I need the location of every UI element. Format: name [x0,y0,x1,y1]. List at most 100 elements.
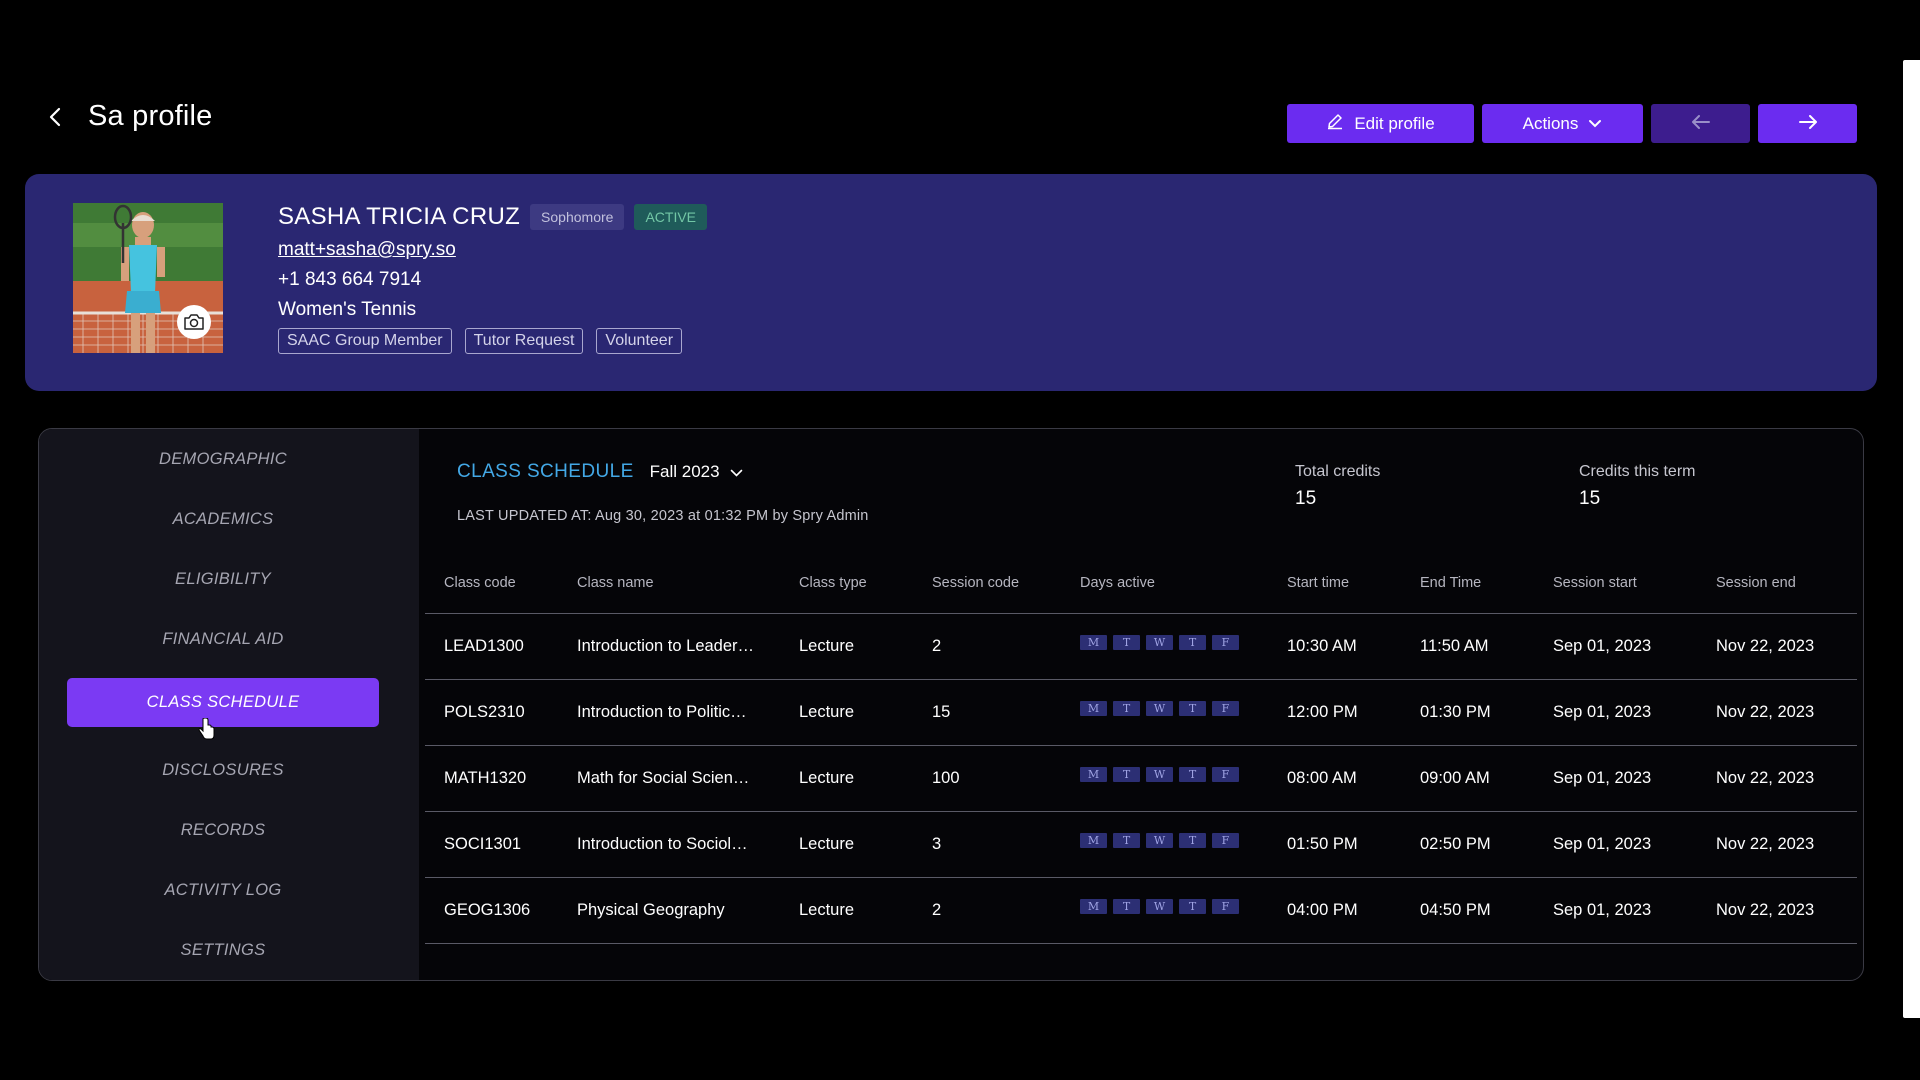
day-chip: M [1080,833,1107,848]
sidebar-item-demographic[interactable]: DEMOGRAPHIC [67,435,379,484]
class-name-text: Introduction to Sociology [577,835,755,854]
actions-dropdown-button[interactable]: Actions [1482,104,1643,143]
start-time-cell: 10:30 AM [1287,637,1357,655]
days-active-cell: MTWTF [1061,635,1268,650]
day-chip: W [1146,833,1173,848]
class-type-cell: Lecture [799,637,855,655]
total-credits: Total credits 15 [1295,463,1380,510]
sidebar: DEMOGRAPHIC ACADEMICS ELIGIBILITY FINANC… [39,429,419,980]
email-link[interactable]: matt+sasha@spry.so [278,239,707,261]
chevron-left-icon[interactable] [44,106,66,128]
day-chips: MTWTF [1080,635,1268,650]
column-header[interactable]: Class code [425,575,558,591]
schedule-header: CLASS SCHEDULE Fall 2023 [457,461,743,483]
year-badge: Sophomore [530,204,625,230]
edit-profile-button[interactable]: Edit profile [1287,104,1474,143]
day-chip: T [1113,701,1140,716]
day-chips: MTWTF [1080,833,1268,848]
table-row[interactable]: MATH1320 Math for Social Sciences Lecture 1… [425,746,1857,812]
class-name-cell: Introduction to Political Science [558,703,780,722]
column-header[interactable]: Start time [1268,575,1401,591]
sidebar-item-records[interactable]: RECORDS [67,806,379,855]
day-chip: W [1146,899,1173,914]
column-header[interactable]: End Time [1401,575,1534,591]
day-chip: W [1146,767,1173,782]
column-header[interactable]: Days active [1061,575,1268,591]
day-chips: MTWTF [1080,767,1268,782]
table-row[interactable]: GEOG1306 Physical Geography Lecture 2 M T W T F 0… [425,878,1857,944]
class-code-cell: GEOG1306 [444,901,531,919]
start-time-cell: 08:00 AM [1287,769,1357,787]
class-name-cell: Introduction to Sociology [558,835,780,854]
column-header[interactable]: Class name [558,575,780,591]
end-time-cell: 11:50 AM [1420,637,1489,655]
session-code-cell: 2 [932,901,942,919]
days-active-cell: MTWTF [1061,833,1268,848]
camera-icon[interactable] [177,305,211,339]
chevron-down-icon [730,462,743,482]
session-start-cell: Sep 01, 2023 [1553,703,1652,721]
tag-tutor-request: Tutor Request [464,328,584,354]
day-chip: T [1179,701,1206,716]
day-chip: F [1212,767,1239,782]
student-name: SASHA TRICIA CRUZ [278,203,521,230]
table-row[interactable]: LEAD1300 Introduction to Leadership Lectur… [425,614,1857,680]
day-chip: T [1179,635,1206,650]
class-type-cell: Lecture [799,901,855,919]
class-schedule-table: Class code Class name Class type Session… [425,553,1857,944]
chevron-down-icon [1588,114,1602,134]
class-code-cell: LEAD1300 [444,637,524,655]
class-name-text: Introduction to Leadership [577,637,755,656]
sidebar-item-academics[interactable]: ACADEMICS [67,495,379,544]
end-time-cell: 04:50 PM [1420,901,1491,919]
table-body: LEAD1300 Introduction to Leadership Lectur… [425,614,1857,944]
day-chips: MTWTF [1080,701,1268,716]
previous-profile-button[interactable] [1651,104,1750,143]
sidebar-item-financial-aid[interactable]: FINANCIAL AID [67,615,379,664]
day-chip: F [1212,833,1239,848]
main-panel: DEMOGRAPHIC ACADEMICS ELIGIBILITY FINANC… [38,428,1864,981]
sidebar-item-disclosures[interactable]: DISCLOSURES [67,746,379,795]
tag-list: SAAC Group Member Tutor Request Voluntee… [278,328,707,354]
table-row[interactable]: POLS2310 Introduction to Political Scienc… [425,680,1857,746]
day-chips: MTWTF [1080,899,1268,914]
sidebar-item-eligibility[interactable]: ELIGIBILITY [67,555,379,604]
class-name-cell: Math for Social Sciences [558,769,780,788]
total-credits-value: 15 [1295,488,1317,509]
end-time-cell: 02:50 PM [1420,835,1491,853]
session-code-cell: 100 [932,769,960,787]
column-header[interactable]: Session end [1697,575,1857,591]
session-end-cell: Nov 22, 2023 [1716,769,1815,787]
day-chip: T [1113,899,1140,914]
class-name-cell: Introduction to Leadership [558,637,780,656]
class-type-cell: Lecture [799,835,855,853]
term-credits-label: Credits this term [1579,463,1696,480]
days-active-cell: MTWTF [1061,701,1268,716]
scrollbar[interactable] [1903,60,1920,1018]
page-title: Sa profile [88,100,213,132]
session-start-cell: Sep 01, 2023 [1553,637,1652,655]
sidebar-item-class-schedule[interactable]: CLASS SCHEDULE [67,678,379,727]
column-header[interactable]: Class type [780,575,913,591]
day-chip: T [1179,899,1206,914]
day-chip: F [1212,899,1239,914]
table-row[interactable]: SOCI1301 Introduction to Sociology Lecture… [425,812,1857,878]
day-chip: F [1212,701,1239,716]
column-header[interactable]: Session code [913,575,1061,591]
start-time-cell: 04:00 PM [1287,901,1358,919]
class-name-text: Physical Geography [577,901,725,920]
session-code-cell: 3 [932,835,942,853]
column-header[interactable]: Session start [1534,575,1697,591]
class-name-text: Math for Social Sciences [577,769,755,788]
sidebar-item-settings[interactable]: SETTINGS [67,926,379,975]
sidebar-item-activity-log[interactable]: ACTIVITY LOG [67,866,379,915]
start-time-cell: 01:50 PM [1287,835,1358,853]
term-select[interactable]: Fall 2023 [650,462,743,482]
session-end-cell: Nov 22, 2023 [1716,901,1815,919]
arrow-right-icon [1798,114,1818,134]
next-profile-button[interactable] [1758,104,1857,143]
page-header: Sa profile [44,100,213,133]
class-name-cell: Physical Geography [558,901,780,920]
day-chip: M [1080,635,1107,650]
actions-label: Actions [1522,113,1579,133]
